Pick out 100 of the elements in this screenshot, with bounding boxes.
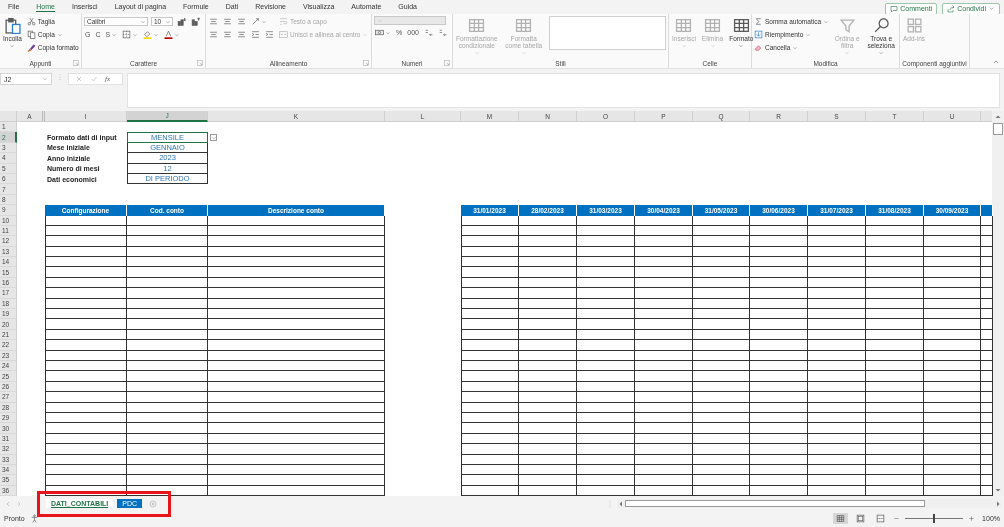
scroll-up-icon (994, 113, 1002, 121)
merge-icon (279, 30, 288, 39)
normal-view-button[interactable] (833, 512, 849, 524)
table-cell (750, 392, 808, 403)
table-cell (924, 215, 981, 226)
ribbon-icon-button[interactable] (264, 29, 275, 40)
table-cell (750, 444, 808, 455)
share-icon (947, 4, 956, 13)
ribbon-icon-button[interactable] (374, 27, 392, 38)
table-cell (924, 236, 981, 247)
collapse-ribbon-button[interactable] (992, 58, 1000, 66)
formula-input-field[interactable] (127, 73, 1000, 108)
table-cell (519, 215, 577, 226)
table-cell (924, 412, 981, 424)
table-cell (866, 236, 924, 247)
table-cell (635, 454, 693, 465)
table-cell (808, 215, 866, 226)
table-cell (693, 464, 750, 476)
table-cell (750, 402, 808, 413)
table-cell (693, 319, 750, 330)
table-cell (577, 485, 635, 497)
table-cell (519, 454, 577, 465)
table-cell (577, 257, 635, 268)
table-cell (519, 329, 577, 341)
table-cell (577, 319, 635, 330)
ribbon-icon-button[interactable] (121, 29, 140, 40)
scroll-thumb[interactable] (993, 123, 1003, 135)
table-cell (808, 319, 866, 330)
align-icon (237, 17, 246, 26)
table-cell (461, 402, 519, 413)
table-cell (577, 464, 635, 476)
orientation-icon (251, 17, 260, 26)
table-cell (519, 298, 577, 310)
align-icon (223, 30, 232, 39)
dialog-launcher-button[interactable] (197, 60, 203, 66)
dialog-launcher-icon (363, 60, 369, 66)
table-cell (693, 277, 750, 289)
enter-button[interactable] (90, 75, 98, 83)
table-cell (461, 288, 519, 299)
font-grow-icon (177, 17, 186, 26)
table-cell (750, 257, 808, 268)
table-cell (461, 298, 519, 310)
table-cell (750, 329, 808, 341)
ribbon-icon-button[interactable] (190, 16, 201, 27)
table-cell (461, 267, 519, 278)
table-cell (866, 319, 924, 330)
table-cell (693, 215, 750, 226)
table-cell (693, 433, 750, 445)
table-cell (461, 246, 519, 258)
table-cell (519, 444, 577, 455)
table-cell (577, 267, 635, 278)
slider-thumb[interactable] (933, 513, 936, 523)
table-cell (866, 392, 924, 403)
table-cell (577, 371, 635, 382)
table-cell (693, 444, 750, 455)
table-cell (519, 433, 577, 445)
table-cell (635, 381, 693, 393)
table-cell (808, 298, 866, 310)
table-cell (693, 309, 750, 320)
table-cell (635, 246, 693, 258)
table-cell (750, 464, 808, 476)
decimal-icon (437, 28, 447, 37)
ribbon-icon-button[interactable] (250, 29, 261, 40)
table-cell (461, 444, 519, 455)
align-icon (209, 30, 218, 39)
ribbon-icon-button[interactable] (163, 29, 182, 40)
table-cell (924, 298, 981, 310)
table-cell (924, 225, 981, 237)
table-icon (468, 17, 486, 34)
table-cell (750, 412, 808, 424)
dialog-launcher-button[interactable] (73, 60, 79, 66)
table-cell (519, 340, 577, 351)
ribbon-icon-button[interactable] (250, 16, 268, 27)
table-cell (924, 433, 981, 445)
dropdown-button[interactable] (210, 134, 217, 142)
table-cell (577, 225, 635, 237)
table-cell (866, 288, 924, 299)
table-cell (635, 329, 693, 341)
cancel-button[interactable] (75, 75, 83, 83)
ribbon-icon-button[interactable] (176, 16, 187, 27)
style-gallery[interactable] (549, 16, 666, 50)
table-cell (750, 361, 808, 372)
table-cell (577, 381, 635, 393)
table-cell (519, 423, 577, 434)
scroll-thumb[interactable] (625, 500, 925, 508)
table-cell (635, 371, 693, 382)
table-cell (519, 475, 577, 486)
table-cell (750, 350, 808, 361)
dialog-launcher-button[interactable] (444, 60, 450, 66)
dialog-launcher-button[interactable] (363, 60, 369, 66)
table-cell (519, 361, 577, 372)
table-cell (693, 361, 750, 372)
previous-sheet-icon (4, 499, 12, 508)
table-cell (866, 381, 924, 393)
column-header[interactable] (981, 111, 993, 122)
new-sheet-button[interactable] (149, 499, 158, 508)
table-cell (924, 329, 981, 341)
table-cell (866, 464, 924, 476)
table-cell (924, 277, 981, 289)
table-cell (808, 381, 866, 393)
